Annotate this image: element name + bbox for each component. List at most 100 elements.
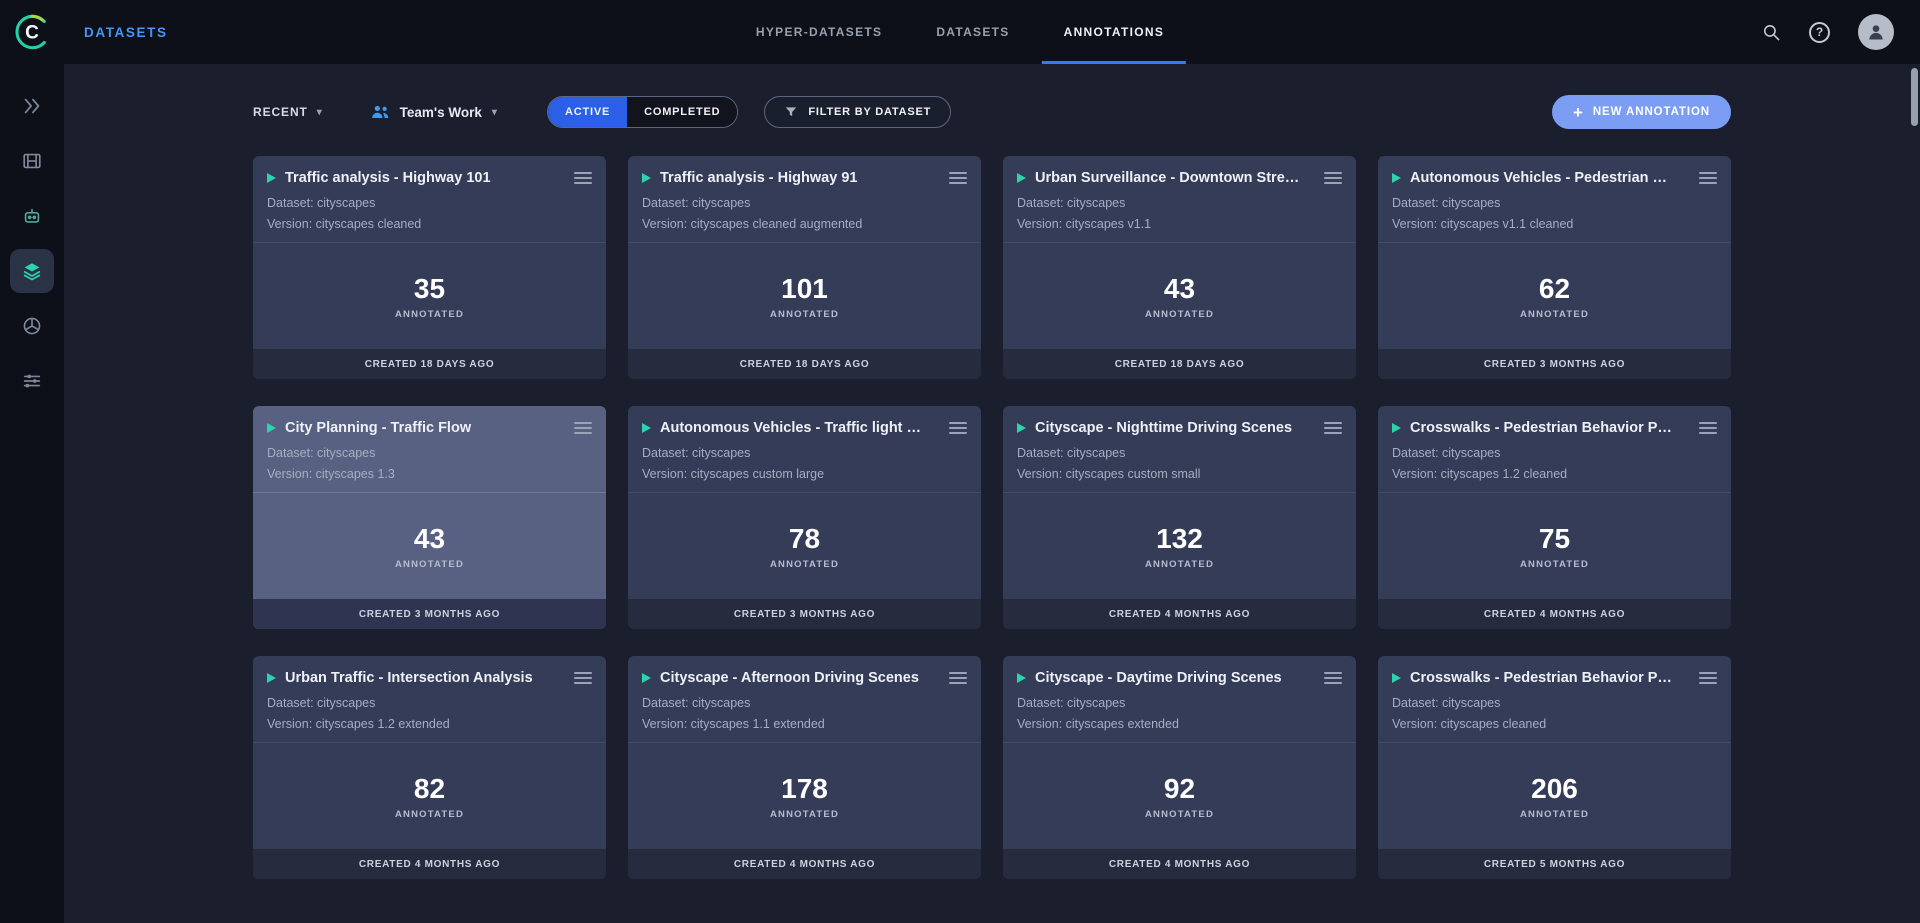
hamburger-menu-icon (1699, 171, 1717, 185)
toggle-completed[interactable]: COMPLETED (627, 97, 737, 127)
dataset-line: Dataset: cityscapes (1392, 446, 1717, 460)
annotation-title: Traffic analysis - Highway 91 (660, 170, 934, 186)
hamburger-menu-icon (574, 671, 592, 685)
user-avatar[interactable] (1858, 14, 1894, 50)
annotation-card[interactable]: Autonomous Vehicles - Pedestrian … Datas… (1378, 156, 1731, 379)
count-area: 43 ANNOTATED (1003, 243, 1356, 349)
annotation-title: Cityscape - Afternoon Driving Scenes (660, 670, 934, 686)
annotation-card[interactable]: Cityscape - Daytime Driving Scenes Datas… (1003, 656, 1356, 879)
annotated-count: 82 (414, 773, 445, 805)
annotation-play-icon (1392, 423, 1401, 433)
annotated-label: ANNOTATED (1145, 309, 1214, 320)
annotation-play-icon (1392, 673, 1401, 683)
annotated-count: 206 (1531, 773, 1578, 805)
version-line: Version: cityscapes v1.1 (1017, 217, 1342, 231)
annotation-card[interactable]: Urban Traffic - Intersection Analysis Da… (253, 656, 606, 879)
annotated-label: ANNOTATED (395, 309, 464, 320)
annotated-count: 35 (414, 273, 445, 305)
sidebar-item-projects[interactable] (10, 139, 54, 183)
sidebar-item-pipelines[interactable] (10, 359, 54, 403)
hamburger-menu-icon (1324, 671, 1342, 685)
app-logo[interactable]: C (0, 13, 64, 51)
annotation-title: City Planning - Traffic Flow (285, 420, 559, 436)
tab-annotations[interactable]: ANNOTATIONS (1042, 0, 1187, 64)
card-menu-button[interactable] (1318, 419, 1342, 437)
count-area: 178 ANNOTATED (628, 743, 981, 849)
toolbar: RECENT ▾ Team's Work ▾ ACTIVE COMPLETE (253, 94, 1731, 130)
vertical-scrollbar-thumb[interactable] (1911, 68, 1918, 126)
card-menu-button[interactable] (1693, 669, 1717, 687)
annotation-card[interactable]: Traffic analysis - Highway 101 Dataset: … (253, 156, 606, 379)
annotated-count: 43 (1164, 273, 1195, 305)
dataset-line: Dataset: cityscapes (642, 446, 967, 460)
annotated-count: 101 (781, 273, 828, 305)
tab-hyper-datasets[interactable]: HYPER-DATASETS (734, 0, 904, 64)
annotated-count: 92 (1164, 773, 1195, 805)
sidebar-item-workers[interactable] (10, 194, 54, 238)
annotated-count: 178 (781, 773, 828, 805)
plus-icon: + (1573, 104, 1584, 121)
chevron-down-icon: ▾ (317, 107, 323, 118)
count-area: 75 ANNOTATED (1378, 493, 1731, 599)
annotated-count: 62 (1539, 273, 1570, 305)
scope-dropdown[interactable]: Team's Work ▾ (371, 104, 497, 120)
double-chevron-icon (21, 95, 43, 117)
filter-label: FILTER BY DATASET (808, 106, 931, 118)
main-area: RECENT ▾ Team's Work ▾ ACTIVE COMPLETE (64, 64, 1920, 923)
annotation-card[interactable]: Cityscape - Nighttime Driving Scenes Dat… (1003, 406, 1356, 629)
new-annotation-button[interactable]: + NEW ANNOTATION (1552, 95, 1731, 129)
annotation-card[interactable]: Traffic analysis - Highway 91 Dataset: c… (628, 156, 981, 379)
sidebar-item-datasets[interactable] (10, 249, 54, 293)
card-menu-button[interactable] (1693, 169, 1717, 187)
toggle-active[interactable]: ACTIVE (548, 97, 627, 127)
annotated-count: 75 (1539, 523, 1570, 555)
chevron-down-icon: ▾ (492, 107, 497, 118)
filter-by-dataset-button[interactable]: FILTER BY DATASET (764, 96, 951, 128)
hamburger-menu-icon (1324, 421, 1342, 435)
sort-dropdown[interactable]: RECENT ▾ (253, 105, 323, 119)
card-header: Traffic analysis - Highway 101 Dataset: … (253, 156, 606, 243)
card-menu-button[interactable] (943, 669, 967, 687)
annotated-count: 132 (1156, 523, 1203, 555)
annotated-label: ANNOTATED (770, 309, 839, 320)
sidebar-item-debug[interactable] (10, 304, 54, 348)
annotation-title: Cityscape - Daytime Driving Scenes (1035, 670, 1309, 686)
search-icon[interactable] (1762, 23, 1781, 42)
card-header: Cityscape - Daytime Driving Scenes Datas… (1003, 656, 1356, 743)
hamburger-menu-icon (1699, 421, 1717, 435)
annotated-count: 78 (789, 523, 820, 555)
card-menu-button[interactable] (943, 419, 967, 437)
version-line: Version: cityscapes cleaned (267, 217, 592, 231)
card-menu-button[interactable] (1318, 669, 1342, 687)
annotation-card[interactable]: Urban Surveillance - Downtown Stre… Data… (1003, 156, 1356, 379)
annotation-card[interactable]: Crosswalks - Pedestrian Behavior P… Data… (1378, 406, 1731, 629)
card-menu-button[interactable] (1318, 169, 1342, 187)
created-ago-label: CREATED 3 MONTHS AGO (1378, 349, 1731, 379)
card-header: Autonomous Vehicles - Pedestrian … Datas… (1378, 156, 1731, 243)
annotations-grid: Traffic analysis - Highway 101 Dataset: … (253, 156, 1731, 879)
annotation-play-icon (1392, 173, 1401, 183)
dataset-line: Dataset: cityscapes (1392, 196, 1717, 210)
version-line: Version: cityscapes 1.3 (267, 467, 592, 481)
version-line: Version: cityscapes cleaned (1392, 717, 1717, 731)
dataset-line: Dataset: cityscapes (267, 446, 592, 460)
card-menu-button[interactable] (568, 669, 592, 687)
tab-datasets[interactable]: DATASETS (914, 0, 1031, 64)
card-menu-button[interactable] (568, 169, 592, 187)
card-menu-button[interactable] (1693, 419, 1717, 437)
annotation-card[interactable]: Autonomous Vehicles - Traffic light … Da… (628, 406, 981, 629)
version-line: Version: cityscapes extended (1017, 717, 1342, 731)
dataset-line: Dataset: cityscapes (1017, 196, 1342, 210)
annotation-card[interactable]: Cityscape - Afternoon Driving Scenes Dat… (628, 656, 981, 879)
status-toggle: ACTIVE COMPLETED (547, 96, 738, 128)
annotation-card[interactable]: Crosswalks - Pedestrian Behavior P… Data… (1378, 656, 1731, 879)
card-header: Cityscape - Afternoon Driving Scenes Dat… (628, 656, 981, 743)
created-ago-label: CREATED 18 DAYS AGO (253, 349, 606, 379)
sidebar-item-quick-start[interactable] (10, 84, 54, 128)
help-icon[interactable]: ? (1809, 22, 1830, 43)
annotation-card[interactable]: City Planning - Traffic Flow Dataset: ci… (253, 406, 606, 629)
card-menu-button[interactable] (943, 169, 967, 187)
card-menu-button[interactable] (568, 419, 592, 437)
header-actions: ? (1762, 14, 1920, 50)
dataset-line: Dataset: cityscapes (267, 196, 592, 210)
